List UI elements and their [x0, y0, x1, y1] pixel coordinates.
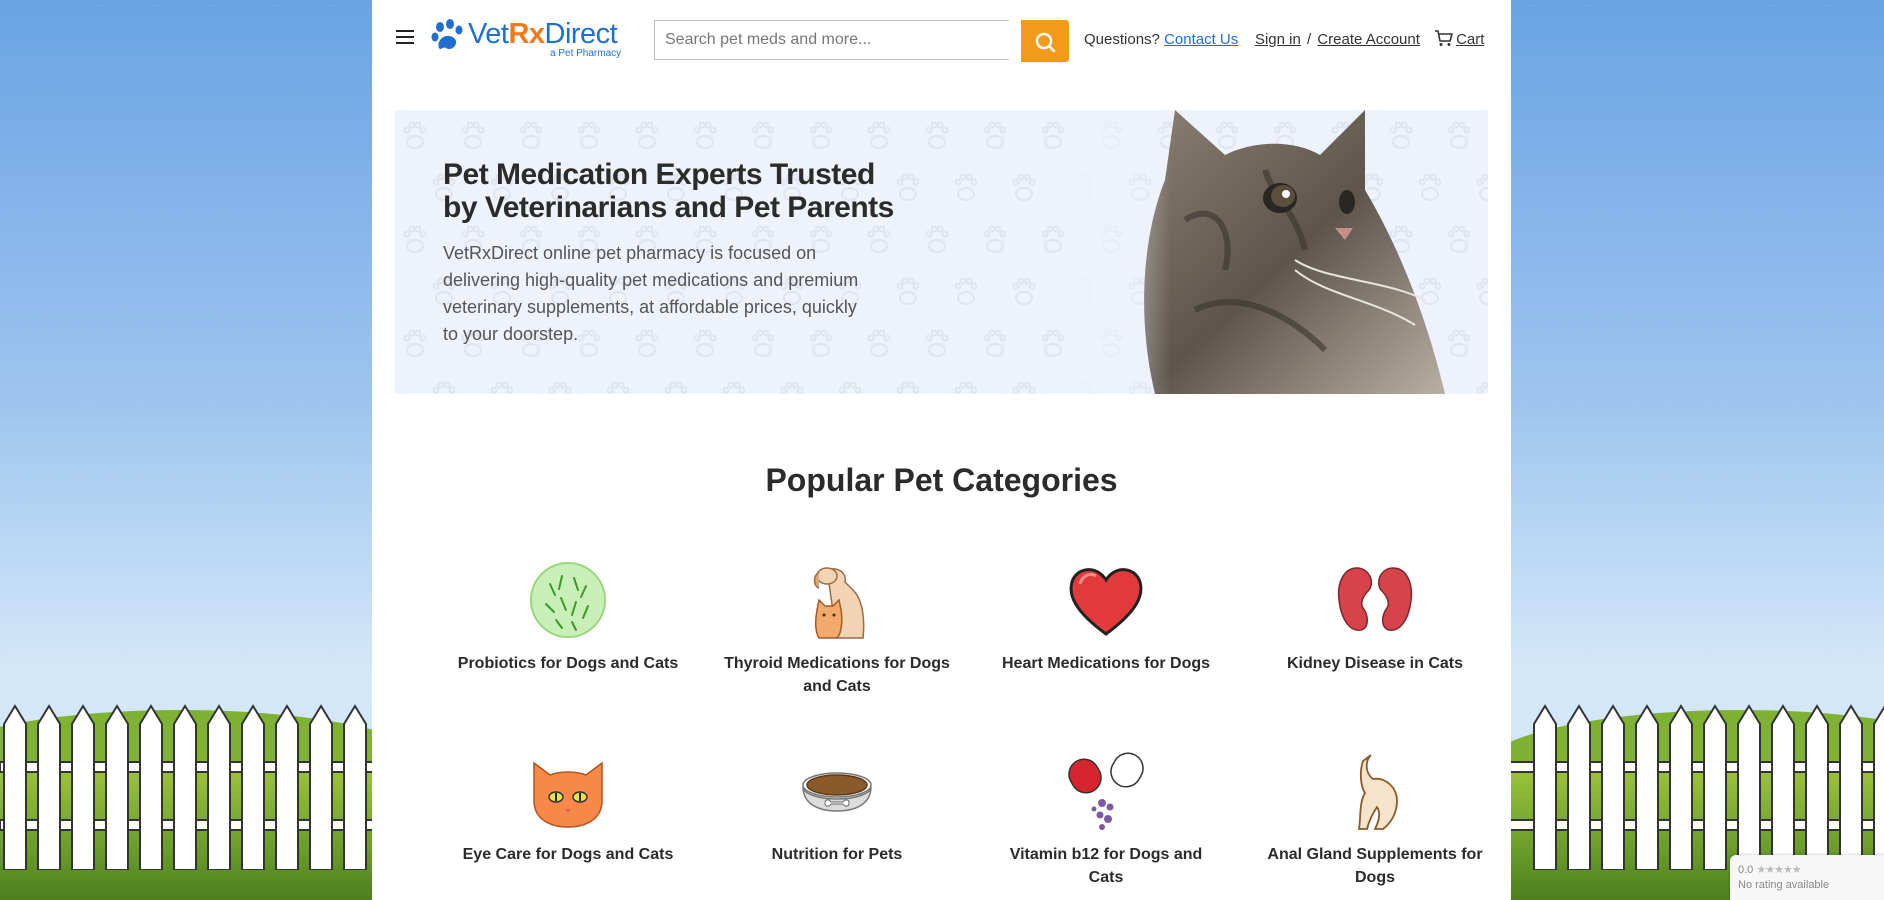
rating-stars: ★★★★★	[1756, 864, 1801, 876]
category-label: Nutrition for Pets	[771, 846, 903, 863]
heart-icon	[1069, 568, 1143, 636]
hero-description: VetRxDirect online pet pharmacy is focus…	[443, 243, 859, 344]
cart-link[interactable]: Cart	[1456, 31, 1484, 48]
category-probiotics[interactable]: Probiotics for Dogs and Cats	[453, 560, 683, 675]
search-icon	[1035, 32, 1056, 53]
category-anal-gland[interactable]: Anal Gland Supplements for Dogs	[1260, 751, 1490, 889]
contact-us-link[interactable]: Contact Us	[1164, 31, 1238, 48]
rating-badge[interactable]: 0.0 ★★★★★ No rating available	[1730, 855, 1884, 900]
category-label: Anal Gland Supplements for Dogs	[1267, 846, 1483, 886]
search-button[interactable]	[1021, 20, 1069, 62]
cart-icon	[1435, 30, 1453, 46]
category-label: Heart Medications for Dogs	[1001, 655, 1211, 672]
rating-score: 0.0	[1738, 864, 1754, 876]
capsule-icon	[1068, 752, 1144, 830]
logo-tagline: a Pet Pharmacy	[550, 48, 622, 59]
main-page: VetRxDirect a Pet Pharmacy Questions? Co…	[372, 0, 1511, 900]
site-logo[interactable]: VetRxDirect a Pet Pharmacy	[430, 16, 630, 62]
paw-icon	[431, 19, 463, 49]
category-nutrition[interactable]: Nutrition for Pets	[722, 751, 952, 866]
category-label: Vitamin b12 for Dogs and Cats	[1009, 846, 1203, 886]
search-input[interactable]	[654, 20, 1009, 60]
tabby-cat-photo	[1065, 110, 1488, 394]
category-vitamin-b12[interactable]: Vitamin b12 for Dogs and Cats	[991, 751, 1221, 889]
hero-title: Pet Medication Experts Trusted by Veteri…	[443, 158, 894, 224]
create-account-link[interactable]: Create Account	[1317, 31, 1420, 48]
category-heart[interactable]: Heart Medications for Dogs	[991, 560, 1221, 675]
cat-face-icon	[533, 761, 603, 828]
category-label: Probiotics for Dogs and Cats	[457, 655, 679, 672]
account-nav: Questions? Contact Us Sign in / Create A…	[1084, 30, 1484, 48]
rating-text: No rating available	[1738, 879, 1830, 891]
category-kidney[interactable]: Kidney Disease in Cats	[1260, 560, 1490, 675]
category-label: Eye Care for Dogs and Cats	[462, 846, 674, 863]
site-header: VetRxDirect a Pet Pharmacy Questions? Co…	[372, 0, 1511, 82]
dog-cat-icon	[813, 567, 865, 639]
cart-button[interactable]: Cart	[1434, 30, 1484, 48]
categories-title: Popular Pet Categories	[765, 462, 1118, 498]
nav-separator: /	[1306, 31, 1312, 48]
category-thyroid[interactable]: Thyroid Medications for Dogs and Cats	[722, 560, 952, 698]
hero-banner: Pet Medication Experts Trusted by Veteri…	[395, 110, 1488, 394]
sign-in-link[interactable]: Sign in	[1255, 31, 1301, 48]
category-label: Kidney Disease in Cats	[1286, 655, 1464, 672]
category-eye-care[interactable]: Eye Care for Dogs and Cats	[453, 751, 683, 866]
food-bowl-icon	[802, 772, 872, 812]
logo-wordmark: VetRxDirect	[468, 18, 618, 50]
search-bar	[654, 20, 1070, 62]
category-label: Thyroid Medications for Dogs and Cats	[724, 655, 950, 695]
probiotics-icon	[530, 562, 606, 638]
questions-label: Questions?	[1084, 31, 1160, 48]
dog-rear-icon	[1357, 754, 1398, 830]
kidneys-icon	[1337, 567, 1413, 631]
hamburger-menu-icon[interactable]	[396, 30, 414, 46]
